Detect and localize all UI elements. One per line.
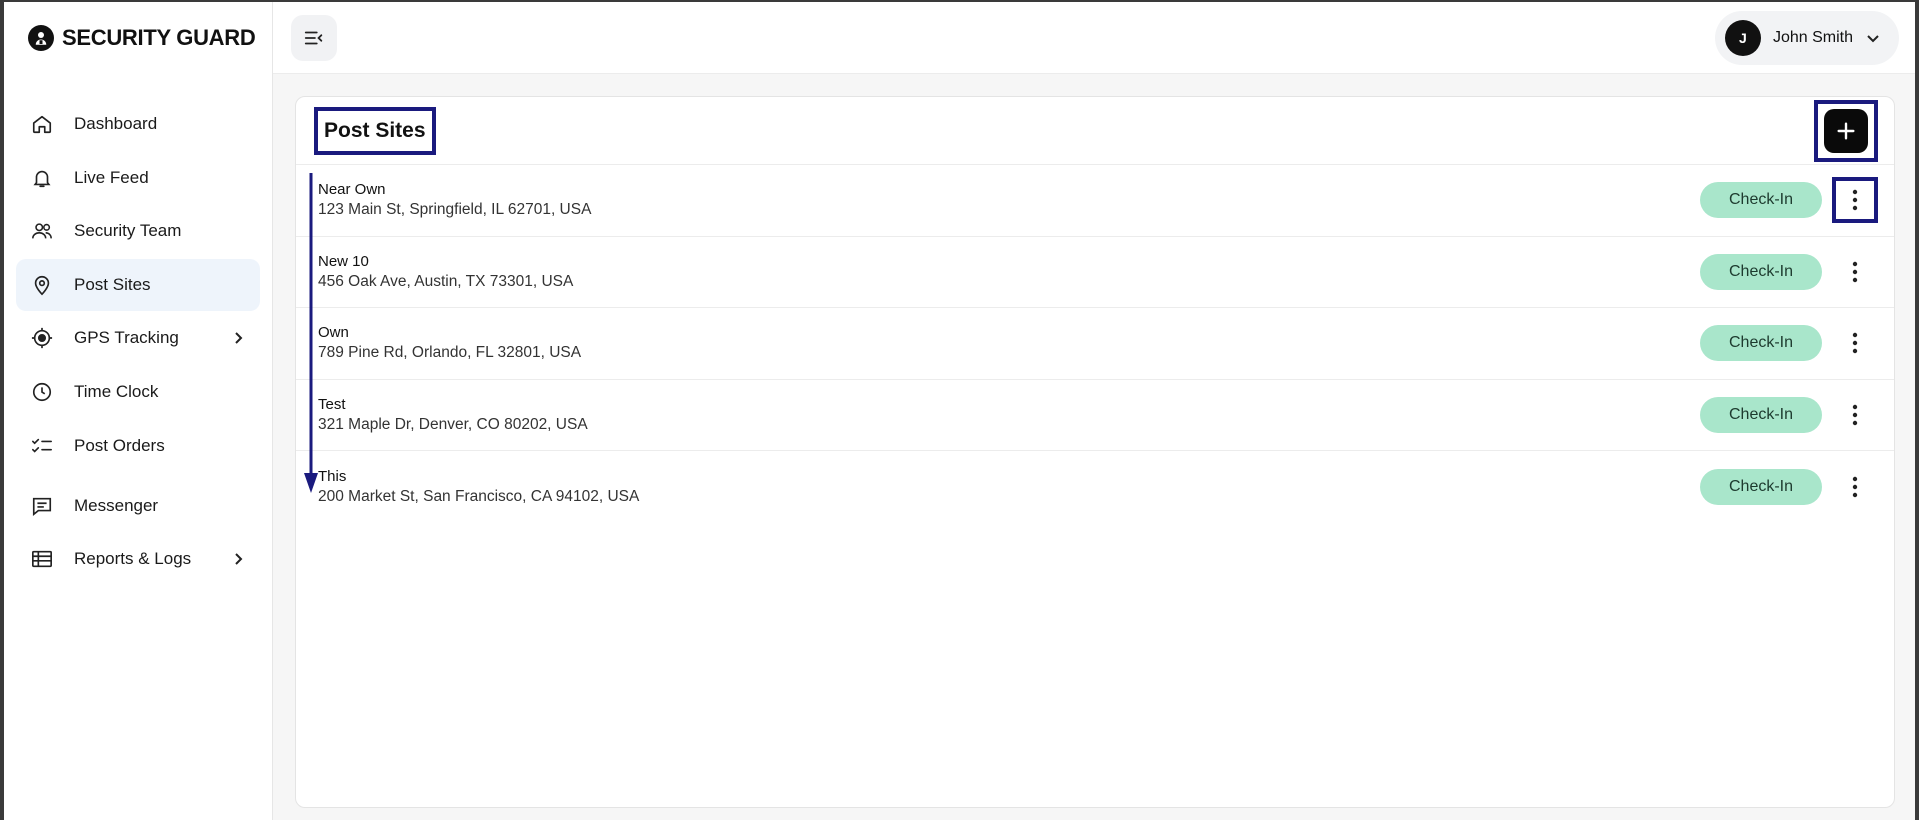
scroll-direction-arrow — [304, 173, 318, 493]
more-options-button[interactable] — [1832, 392, 1878, 438]
brand[interactable]: SECURITY GUARD — [4, 2, 272, 74]
site-name: This — [318, 467, 347, 485]
sidebar-item-messenger[interactable]: Messenger — [16, 480, 260, 532]
plus-icon — [1837, 121, 1855, 140]
site-info: This 200 Market St, San Francisco, CA 94… — [318, 468, 639, 506]
list-item[interactable]: Own 789 Pine Rd, Orlando, FL 32801, USA … — [296, 308, 1894, 380]
check-in-button[interactable]: Check-In — [1700, 396, 1822, 433]
check-in-button[interactable]: Check-In — [1700, 182, 1822, 219]
check-in-button[interactable]: Check-In — [1700, 468, 1822, 505]
sidebar-item-label: Dashboard — [74, 114, 158, 133]
sidebar-item-reports-logs[interactable]: Reports & Logs — [16, 533, 260, 585]
site-address: 123 Main St, Springfield, IL 62701, USA — [318, 201, 592, 219]
site-name: Own — [318, 324, 349, 342]
row-actions: Check-In — [1700, 249, 1878, 295]
kebab-menu-icon — [1852, 404, 1858, 425]
list-item[interactable]: This 200 Market St, San Francisco, CA 94… — [296, 451, 1894, 523]
message-icon — [30, 494, 54, 518]
site-address: 321 Maple Dr, Denver, CO 80202, USA — [318, 415, 588, 433]
kebab-menu-icon — [1852, 261, 1858, 282]
kebab-menu-icon — [1852, 190, 1858, 211]
sidebar-item-label: Live Feed — [74, 167, 149, 187]
gps-icon — [30, 326, 54, 350]
site-address: 456 Oak Ave, Austin, TX 73301, USA — [318, 272, 574, 290]
kebab-menu-icon — [1852, 333, 1858, 354]
sidebar-item-dashboard[interactable]: Dashboard — [16, 98, 260, 150]
site-address: 200 Market St, San Francisco, CA 94102, … — [318, 487, 640, 505]
chevron-right-icon — [235, 332, 243, 345]
main-area: J John Smith Post Sites Near Own 123 Mai… — [273, 2, 1915, 820]
list-item[interactable]: New 10 456 Oak Ave, Austin, TX 73301, US… — [296, 237, 1894, 308]
row-actions: Check-In — [1700, 392, 1878, 438]
more-options-button[interactable] — [1832, 464, 1878, 510]
sidebar-item-label: Security Team — [74, 221, 182, 241]
site-address: 789 Pine Rd, Orlando, FL 32801, USA — [318, 344, 582, 362]
site-name: Test — [318, 395, 346, 413]
post-sites-card: Post Sites Near Own 123 Main St, Springf… — [295, 96, 1895, 808]
site-name: New 10 — [318, 252, 369, 270]
more-options-button[interactable] — [1832, 249, 1878, 295]
sidebar-item-post-sites[interactable]: Post Sites — [16, 258, 260, 311]
check-in-button[interactable]: Check-In — [1700, 325, 1822, 362]
site-info: New 10 456 Oak Ave, Austin, TX 73301, US… — [318, 253, 573, 291]
users-icon — [30, 219, 54, 243]
row-actions: Check-In — [1700, 464, 1878, 510]
chevron-right-icon — [235, 553, 243, 565]
avatar: J — [1724, 19, 1761, 56]
more-options-button[interactable] — [1832, 320, 1878, 366]
sidebar: SECURITY GUARD Dashboard Live Feed Secur… — [4, 2, 273, 820]
map-pin-icon — [30, 273, 54, 297]
kebab-menu-icon — [1852, 476, 1858, 497]
site-name: Near Own — [318, 181, 386, 199]
sidebar-nav: Dashboard Live Feed Security Team Post S… — [4, 98, 272, 585]
sidebar-item-label: Reports & Logs — [74, 549, 192, 569]
sidebar-toggle-button[interactable] — [291, 14, 337, 61]
site-info: Own 789 Pine Rd, Orlando, FL 32801, USA — [318, 324, 581, 362]
app-window: SECURITY GUARD Dashboard Live Feed Secur… — [4, 2, 1915, 820]
check-in-button[interactable]: Check-In — [1700, 253, 1822, 290]
add-button-highlight — [1814, 99, 1878, 162]
checklist-icon — [30, 434, 54, 458]
chevron-down-icon — [1867, 34, 1879, 42]
add-post-site-button[interactable] — [1824, 108, 1868, 153]
sidebar-item-time-clock[interactable]: Time Clock — [16, 366, 260, 418]
bell-icon — [30, 166, 54, 190]
card-header: Post Sites — [296, 97, 1894, 165]
list-item[interactable]: Test 321 Maple Dr, Denver, CO 80202, USA… — [296, 380, 1894, 451]
sidebar-item-security-team[interactable]: Security Team — [16, 205, 260, 257]
site-info: Test 321 Maple Dr, Denver, CO 80202, USA — [318, 396, 588, 434]
user-name: John Smith — [1772, 28, 1853, 46]
page-title: Post Sites — [314, 106, 436, 155]
sidebar-item-post-orders[interactable]: Post Orders — [16, 420, 260, 472]
list-item[interactable]: Near Own 123 Main St, Springfield, IL 62… — [296, 165, 1894, 237]
menu-collapse-icon — [304, 31, 323, 44]
sidebar-item-label: GPS Tracking — [74, 328, 179, 348]
row-actions: Check-In — [1700, 320, 1878, 366]
row-actions: Check-In — [1700, 177, 1878, 224]
sidebar-item-label: Messenger — [74, 495, 159, 515]
content: Post Sites Near Own 123 Main St, Springf… — [273, 74, 1915, 820]
top-bar: J John Smith — [273, 2, 1915, 74]
home-icon — [30, 112, 54, 136]
more-options-button[interactable] — [1832, 177, 1878, 224]
clock-icon — [30, 380, 54, 404]
brand-name: SECURITY GUARD — [62, 25, 256, 50]
sidebar-item-label: Time Clock — [74, 381, 159, 401]
user-menu-button[interactable]: J John Smith — [1714, 10, 1899, 65]
sidebar-item-label: Post Orders — [74, 435, 165, 455]
guard-badge-icon — [28, 25, 54, 51]
sidebar-item-live-feed[interactable]: Live Feed — [16, 152, 260, 204]
sidebar-item-gps-tracking[interactable]: GPS Tracking — [16, 312, 260, 364]
sidebar-item-label: Post Sites — [74, 274, 151, 294]
site-info: Near Own 123 Main St, Springfield, IL 62… — [318, 181, 591, 219]
table-icon — [30, 547, 54, 571]
